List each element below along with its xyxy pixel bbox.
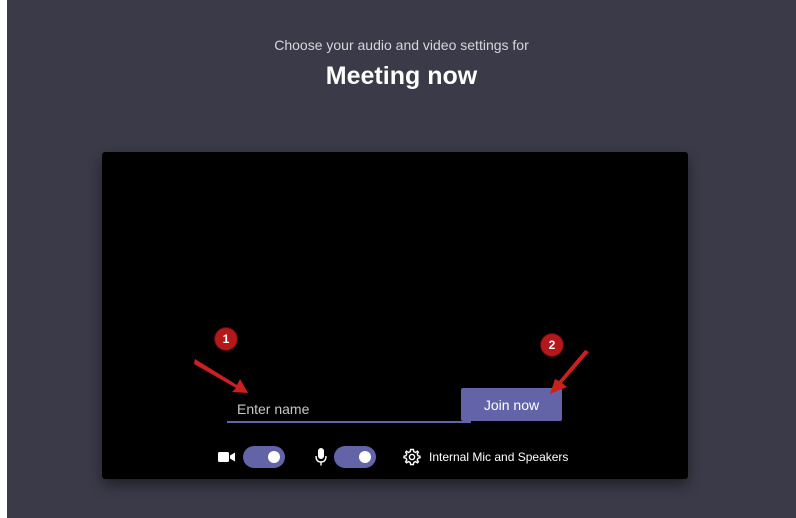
device-controls: Internal Mic and Speakers xyxy=(218,445,568,469)
mic-toggle[interactable] xyxy=(334,446,376,468)
microphone-icon xyxy=(315,448,327,466)
meeting-title: Meeting now xyxy=(325,62,478,90)
annotation-arrow-1 xyxy=(194,359,248,393)
name-input[interactable] xyxy=(227,397,471,423)
device-settings-label[interactable]: Internal Mic and Speakers xyxy=(429,450,568,464)
prejoin-subtitle: Choose your audio and video settings for xyxy=(274,37,529,53)
annotation-badge-1: 1 xyxy=(215,328,237,350)
prejoin-screen: Choose your audio and video settings for… xyxy=(7,0,796,518)
gear-icon[interactable] xyxy=(403,448,421,466)
video-camera-icon xyxy=(218,451,236,463)
mic-toggle-knob xyxy=(359,451,371,463)
video-preview: Join now xyxy=(102,152,688,479)
camera-toggle-knob xyxy=(268,451,280,463)
camera-toggle[interactable] xyxy=(243,446,285,468)
annotation-arrow-2 xyxy=(550,350,589,394)
